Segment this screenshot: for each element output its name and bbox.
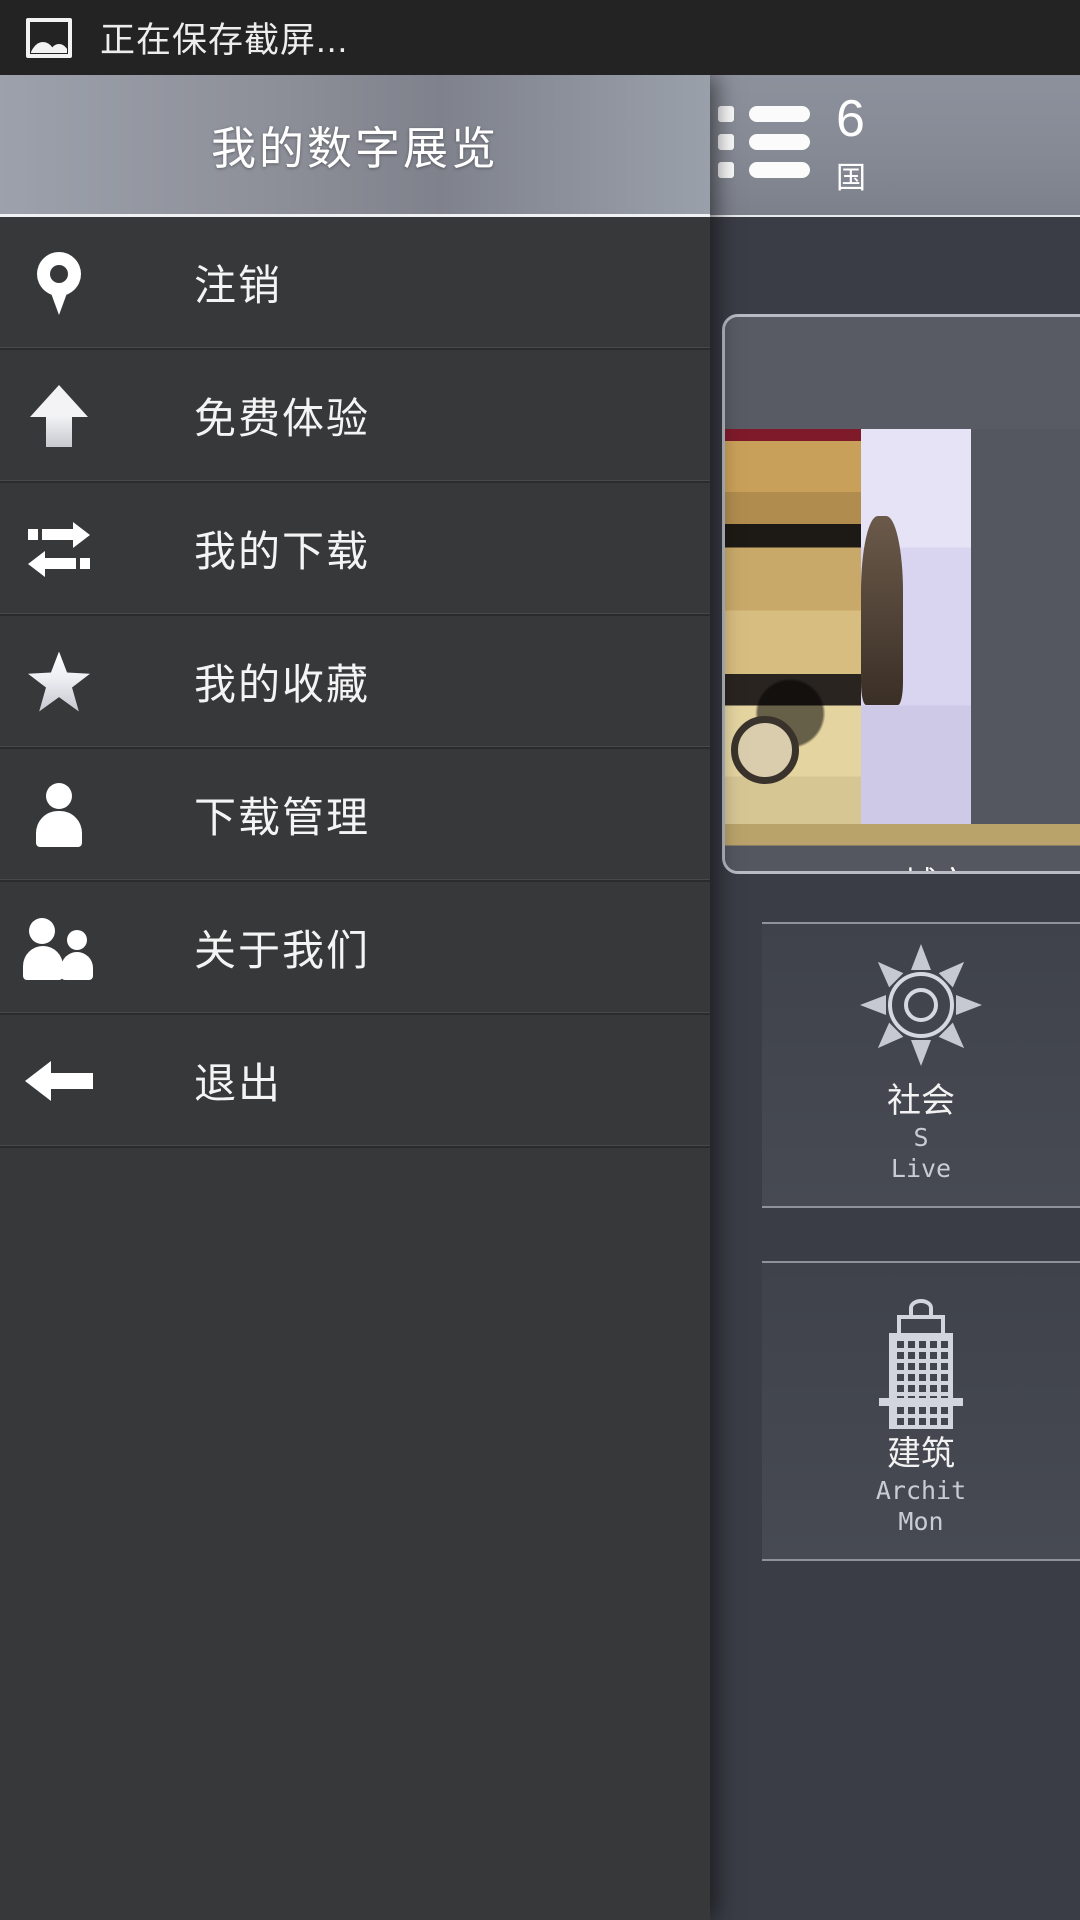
navigation-drawer: 我的数字展览 注销 免费体验 我的下载 我的收藏 下载管理 关于我们 退出 (0, 75, 710, 1920)
menu-item-label: 关于我们 (194, 927, 371, 974)
card-photo-collage (725, 429, 1080, 824)
image-saving-icon (26, 17, 72, 58)
menu-item-my-downloads[interactable]: 我的下载 (0, 483, 710, 616)
menu-item-label: 注销 (194, 262, 283, 309)
category-label-en-2: Live (890, 1153, 952, 1183)
category-label-cn: 建筑 (887, 1434, 955, 1473)
status-bar: 正在保存截屏... (0, 0, 1080, 75)
photo-vintage-car (725, 429, 861, 824)
menu-item-label: 我的收藏 (194, 661, 371, 708)
content-title: 6 (836, 90, 865, 148)
menu-item-free-trial[interactable]: 免费体验 (0, 350, 710, 483)
building-icon (871, 1291, 971, 1429)
sun-rays-icon (856, 944, 986, 1067)
category-label-en-2: Mon (898, 1506, 944, 1536)
phone-screen: 6 国 城市 社会 (0, 0, 1080, 1920)
category-tile-social[interactable]: 社会 S Live (762, 922, 1080, 1208)
category-label-cn: 社会 (887, 1081, 955, 1120)
transfer-arrows-icon (0, 521, 118, 577)
menu-item-download-manager[interactable]: 下载管理 (0, 749, 710, 882)
menu-item-exit[interactable]: 退出 (0, 1015, 710, 1148)
status-bar-text: 正在保存截屏... (100, 21, 349, 60)
card-top-strip (725, 317, 1080, 429)
drawer-title: 我的数字展览 (210, 123, 499, 174)
menu-item-label: 我的下载 (194, 528, 371, 575)
content-title-block: 6 国 (836, 93, 866, 197)
arrow-up-icon (0, 384, 118, 447)
category-label-en-1: S (913, 1122, 929, 1152)
list-icon[interactable] (718, 106, 810, 184)
featured-card[interactable]: 城市 (722, 314, 1080, 874)
category-tile-architecture[interactable]: 建筑 Archit Mon (762, 1261, 1080, 1561)
drawer-menu: 注销 免费体验 我的下载 我的收藏 下载管理 关于我们 退出 (0, 217, 710, 1148)
menu-item-label: 下载管理 (194, 794, 371, 841)
location-pin-icon (0, 251, 118, 315)
menu-item-logout[interactable]: 注销 (0, 217, 710, 350)
content-subtitle: 国 (836, 162, 866, 195)
star-icon (0, 651, 118, 712)
drawer-header: 我的数字展览 (0, 75, 710, 217)
menu-item-about-us[interactable]: 关于我们 (0, 882, 710, 1015)
person-icon (0, 782, 118, 847)
arrow-left-icon (0, 1057, 118, 1105)
photo-secondary (861, 429, 971, 824)
category-label-en-1: Archit (875, 1475, 967, 1505)
menu-item-my-favorites[interactable]: 我的收藏 (0, 616, 710, 749)
people-icon (0, 916, 118, 980)
menu-item-label: 免费体验 (194, 395, 371, 442)
featured-card-caption: 城市 (725, 857, 1080, 871)
menu-item-label: 退出 (194, 1060, 283, 1107)
